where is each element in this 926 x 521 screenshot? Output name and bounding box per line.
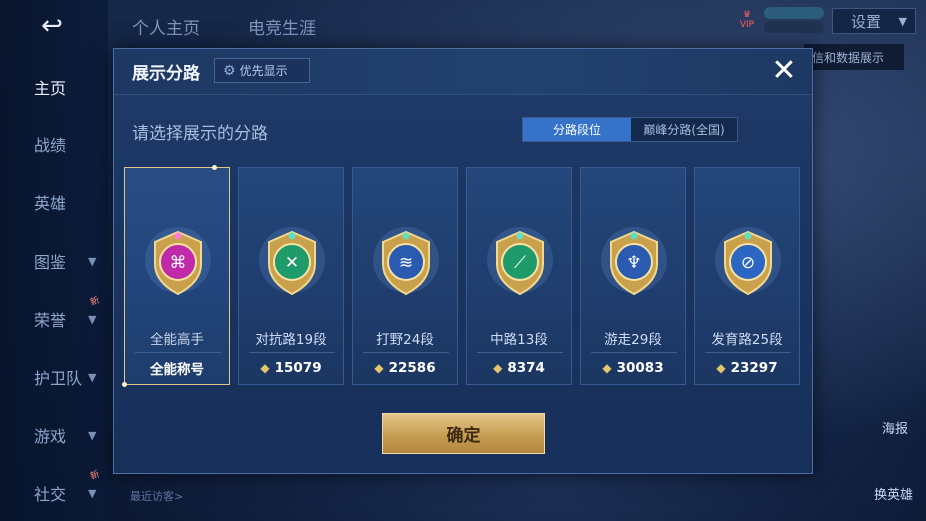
rank-points-icon: ◆ [716,361,726,375]
all-round-medal-icon: ⌘ [145,227,211,296]
lane-card[interactable]: ⌘ 全能高手全能称号 [122,165,230,387]
chevron-down-icon: ▼ [898,14,907,28]
sidebar-item-label: 图鉴 [34,253,67,272]
chevron-down-icon: ▼ [88,370,97,384]
svg-text:⟋: ⟋ [514,253,526,273]
sidebar-item[interactable]: 社交 ▼ 新 [0,470,108,508]
divider [249,352,335,353]
lane-card-footer: ◆ 8374 [467,358,571,378]
sidebar-item-label: 游戏 [34,427,67,446]
settings-button[interactable]: 设置 ▼ [832,8,916,34]
rank-points-value: 22586 [388,360,436,376]
sidebar-item-label: 战绩 [34,136,67,155]
lane-card-footer: 全能称号 [125,358,229,378]
sidebar-item-label: 社交 [34,485,67,504]
lane-mode-toggle: 分路段位 巅峰分路(全国) [522,117,738,142]
farm-lane-medal-icon: ⊘ [715,227,781,296]
rank-points-value: 30083 [616,360,664,376]
change-hero-label[interactable]: 换英雄 [874,484,913,503]
recent-visitors-label[interactable]: 最近访客> [130,488,183,504]
lane-card-label: 游走29段 [604,332,662,348]
title-label: 全能称号 [150,362,204,378]
select-lane-prompt: 请选择展示的分路 [132,124,268,144]
lane-card-label: 打野24段 [376,332,434,348]
sidebar-item[interactable]: 护卫队 ▼ [0,362,108,392]
rank-points-value: 15079 [274,360,322,376]
lane-card[interactable]: ⊘ 发育路25段 ◆ 23297 [694,167,800,385]
rank-points-icon: ◆ [260,361,270,375]
dialog-title: 展示分路 [132,64,200,84]
vip-pill [764,7,824,19]
rank-points-value: 23297 [730,360,778,376]
lane-card-footer: ◆ 30083 [581,358,685,378]
sidebar-item-label: 荣誉 [34,311,67,330]
back-button[interactable]: ↩ [28,13,76,39]
divider [705,352,791,353]
priority-display-button[interactable]: ⚙ 优先显示 [214,58,310,83]
poster-label[interactable]: 海报 [882,418,908,437]
sidebar-item-label: 主页 [34,79,67,98]
data-display-tip: 信和数据展示 [804,44,904,70]
confirm-button[interactable]: 确定 [382,413,545,454]
lane-card-label: 中路13段 [490,332,548,348]
dialog-header: 展示分路 ⚙ 优先显示 ✕ [114,49,812,95]
lane-card[interactable]: ⟋ 中路13段 ◆ 8374 [466,167,572,385]
lane-card[interactable]: ✕ 对抗路19段 ◆ 15079 [238,167,344,385]
rank-points-value: 8374 [507,360,545,376]
rank-points-icon: ◆ [374,361,384,375]
vip-pill-secondary [764,21,824,33]
jungle-medal-icon: ≋ [373,227,439,296]
sidebar-item[interactable]: 游戏 ▼ [0,420,108,450]
chevron-down-icon: ▼ [88,254,97,268]
svg-text:≋: ≋ [399,253,413,273]
chevron-down-icon: ▼ [88,428,97,442]
chevron-down-icon: ▼ [88,486,97,500]
divider [363,352,449,353]
sidebar-item-label: 英雄 [34,194,67,213]
lane-card-label: 对抗路19段 [255,332,327,348]
chevron-down-icon: ▼ [88,312,97,326]
sidebar-item[interactable]: 主页 [0,72,108,102]
vip-icon: ♛ VIP [739,10,755,30]
lane-card-footer: ◆ 22586 [353,358,457,378]
lane-display-dialog: 展示分路 ⚙ 优先显示 ✕ 请选择展示的分路 分路段位 巅峰分路(全国) ⌘ 全能… [113,48,813,474]
divider [135,352,221,353]
lane-card-list: ⌘ 全能高手全能称号 ✕ 对抗路19段 ◆ 15079 ≋ 打野24段 ◆ 22586 ⟋ 中路13段… [122,165,804,387]
close-button[interactable]: ✕ [768,55,800,87]
tab-lane-rank[interactable]: 分路段位 [523,118,631,141]
priority-display-label: 优先显示 [239,64,288,78]
sidebar-item[interactable]: 图鉴 ▼ [0,246,108,276]
svg-text:✕: ✕ [285,253,299,273]
lane-card[interactable]: ≋ 打野24段 ◆ 22586 [352,167,458,385]
rank-points-icon: ◆ [493,361,503,375]
settings-label: 设置 [851,12,882,31]
sidebar-item[interactable]: 战绩 [0,129,108,159]
roam-medal-icon: ♆ [601,227,667,296]
tab-peak-lane[interactable]: 巅峰分路(全国) [631,118,737,141]
rank-points-icon: ◆ [602,361,612,375]
lane-card-label: 发育路25段 [711,332,783,348]
divider [591,352,677,353]
clash-lane-medal-icon: ✕ [259,227,325,296]
svg-text:⌘: ⌘ [170,253,187,273]
svg-text:⊘: ⊘ [741,253,755,273]
gear-icon: ⚙ [223,62,236,79]
lane-card[interactable]: ♆ 游走29段 ◆ 30083 [580,167,686,385]
sidebar-item-label: 护卫队 [34,369,83,388]
selection-corner-dot [212,165,217,170]
tab-esports-career[interactable]: 电竞生涯 [248,14,316,39]
divider [477,352,563,353]
sidebar-item[interactable]: 荣誉 ▼ 新 [0,296,108,334]
lane-card-footer: ◆ 23297 [695,358,799,378]
selection-corner-dot [122,382,127,387]
svg-text:♆: ♆ [626,253,641,273]
tab-profile[interactable]: 个人主页 [132,14,200,39]
mid-lane-medal-icon: ⟋ [487,227,553,296]
lane-card-label: 全能高手 [150,332,204,348]
sidebar-item[interactable]: 英雄 [0,187,108,217]
lane-card-footer: ◆ 15079 [239,358,343,378]
